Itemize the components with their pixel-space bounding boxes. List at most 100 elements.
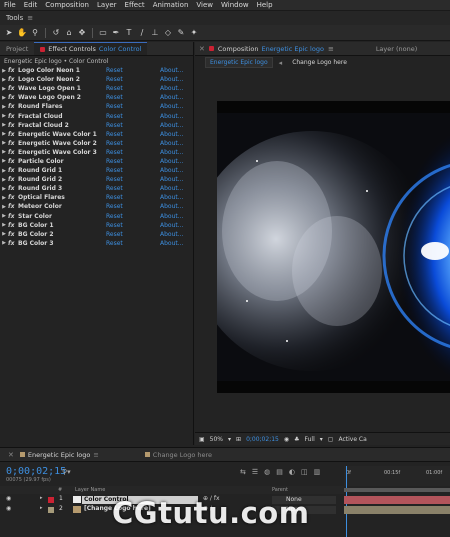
chevron-down-icon[interactable]: ▾ (320, 436, 323, 443)
expand-icon[interactable]: ▶ (0, 158, 8, 164)
expand-icon[interactable]: ▶ (0, 95, 8, 101)
expand-icon[interactable]: ▸ (40, 505, 43, 514)
fx-icon[interactable]: fx (8, 158, 18, 165)
effect-row[interactable]: ▶ fx Logo Color Neon 1 Reset About... (0, 66, 193, 75)
fx-icon[interactable]: fx (8, 67, 18, 74)
expand-icon[interactable]: ▶ (0, 113, 8, 119)
fx-icon[interactable]: fx (8, 231, 18, 238)
fx-icon[interactable]: fx (8, 149, 18, 156)
expand-icon[interactable]: ▶ (0, 86, 8, 92)
type-tool-icon[interactable]: T (124, 28, 134, 38)
close-icon[interactable]: ✕ (8, 451, 14, 459)
menu-item-help[interactable]: Help (257, 1, 273, 9)
comp-mini-flowchart-icon[interactable]: ⇆ (240, 468, 246, 476)
work-area-bar[interactable] (344, 488, 450, 492)
expand-icon[interactable]: ▶ (0, 140, 8, 146)
chevron-down-icon[interactable]: ▾ (228, 436, 231, 443)
lock-icon[interactable] (40, 46, 46, 52)
effect-row[interactable]: ▶ fx Meteor Color Reset About... (0, 202, 193, 211)
region-icon[interactable]: ▢ (328, 436, 334, 443)
time-ruler[interactable]: 0f 00:15f 01:00f (344, 466, 450, 537)
fx-icon[interactable]: fx (8, 176, 18, 183)
menu-item-composition[interactable]: Composition (45, 1, 89, 9)
resolution-select[interactable]: Full (305, 436, 315, 443)
effect-row[interactable]: ▶ fx Particle Color Reset About... (0, 157, 193, 166)
panel-menu-icon[interactable]: ≡ (93, 451, 98, 459)
comp-viewer[interactable] (217, 101, 450, 393)
reset-link[interactable]: Reset (106, 231, 160, 238)
about-link[interactable]: About... (160, 149, 183, 156)
graph-editor-icon[interactable]: ◫ (301, 468, 308, 476)
brush-tool-icon[interactable]: ∕ (137, 28, 147, 38)
fx-icon[interactable]: fx (8, 94, 18, 101)
fx-icon[interactable]: fx (8, 203, 18, 210)
effect-row[interactable]: ▶ fx Round Grid 1 Reset About... (0, 166, 193, 175)
reset-link[interactable]: Reset (106, 140, 160, 147)
about-link[interactable]: About... (160, 194, 183, 201)
expand-icon[interactable]: ▸ (40, 495, 43, 504)
magnify-icon[interactable]: ▣ (199, 436, 205, 443)
about-link[interactable]: About... (160, 67, 183, 74)
about-link[interactable]: About... (160, 222, 183, 229)
effect-row[interactable]: ▶ fx Energetic Wave Color 1 Reset About... (0, 130, 193, 139)
menu-item-layer[interactable]: Layer (97, 1, 117, 9)
effect-row[interactable]: ▶ fx Optical Flares Reset About... (0, 193, 193, 202)
reset-link[interactable]: Reset (106, 122, 160, 129)
fx-icon[interactable]: fx (8, 240, 18, 247)
about-link[interactable]: About... (160, 103, 183, 110)
expand-icon[interactable]: ▶ (0, 122, 8, 128)
effect-row[interactable]: ▶ fx Round Flares Reset About... (0, 102, 193, 111)
fx-icon[interactable]: fx (8, 213, 18, 220)
snapshot-icon[interactable]: ◉ (284, 436, 289, 443)
eraser-tool-icon[interactable]: ◇ (163, 28, 173, 38)
menu-item-window[interactable]: Window (221, 1, 249, 9)
subtab-change-logo[interactable]: Change Logo here (288, 58, 351, 67)
reset-link[interactable]: Reset (106, 67, 160, 74)
label-color[interactable] (48, 506, 54, 513)
fx-icon[interactable]: fx (8, 85, 18, 92)
close-icon[interactable]: ✕ (199, 45, 205, 53)
effect-row[interactable]: ▶ fx Energetic Wave Color 2 Reset About... (0, 139, 193, 148)
lock-icon[interactable] (208, 46, 214, 51)
fx-icon[interactable]: fx (8, 113, 18, 120)
about-link[interactable]: About... (160, 167, 183, 174)
puppet-pin-tool-icon[interactable]: ✦ (189, 28, 199, 38)
reset-link[interactable]: Reset (106, 131, 160, 138)
fx-icon[interactable]: fx (8, 131, 18, 138)
expand-icon[interactable]: ▶ (0, 195, 8, 201)
fx-icon[interactable]: fx (8, 76, 18, 83)
about-link[interactable]: About... (160, 85, 183, 92)
reset-link[interactable]: Reset (106, 103, 160, 110)
zoom-select[interactable]: 50% (210, 436, 223, 443)
expand-icon[interactable]: ▶ (0, 104, 8, 110)
expand-icon[interactable]: ▶ (0, 186, 8, 192)
effect-row[interactable]: ▶ fx Fractal Cloud 2 Reset About... (0, 121, 193, 130)
expand-icon[interactable]: ▶ (0, 77, 8, 83)
fx-icon[interactable]: fx (8, 222, 18, 229)
about-link[interactable]: About... (160, 176, 183, 183)
reset-link[interactable]: Reset (106, 167, 160, 174)
expand-icon[interactable]: ▶ (0, 168, 8, 174)
tab-timeline-change-logo[interactable]: Change Logo here (144, 451, 212, 459)
tab-timeline-main[interactable]: Energetic Epic logo ≡ (19, 451, 99, 459)
tab-effect-controls[interactable]: Effect Controls Color Control (34, 42, 148, 55)
about-link[interactable]: About... (160, 140, 183, 147)
reset-link[interactable]: Reset (106, 85, 160, 92)
about-link[interactable]: About... (160, 94, 183, 101)
reset-link[interactable]: Reset (106, 94, 160, 101)
reset-link[interactable]: Reset (106, 222, 160, 229)
effect-row[interactable]: ▶ fx BG Color 3 Reset About... (0, 239, 193, 248)
rectangle-tool-icon[interactable]: ▭ (98, 28, 108, 38)
reset-link[interactable]: Reset (106, 113, 160, 120)
expand-icon[interactable]: ▶ (0, 213, 8, 219)
expand-icon[interactable]: ▶ (0, 240, 8, 246)
layer-duration-bar[interactable] (344, 505, 450, 514)
fx-icon[interactable]: fx (8, 194, 18, 201)
effect-row[interactable]: ▶ fx Wave Logo Open 1 Reset About... (0, 84, 193, 93)
effect-row[interactable]: ▶ fx Fractal Cloud Reset About... (0, 111, 193, 120)
timecode-display[interactable]: 0;00;02;15 (246, 436, 279, 443)
speech-icon[interactable]: ▥ (314, 468, 321, 476)
reset-link[interactable]: Reset (106, 176, 160, 183)
clone-stamp-tool-icon[interactable]: ⊥ (150, 28, 160, 38)
effect-row[interactable]: ▶ fx BG Color 1 Reset About... (0, 221, 193, 230)
